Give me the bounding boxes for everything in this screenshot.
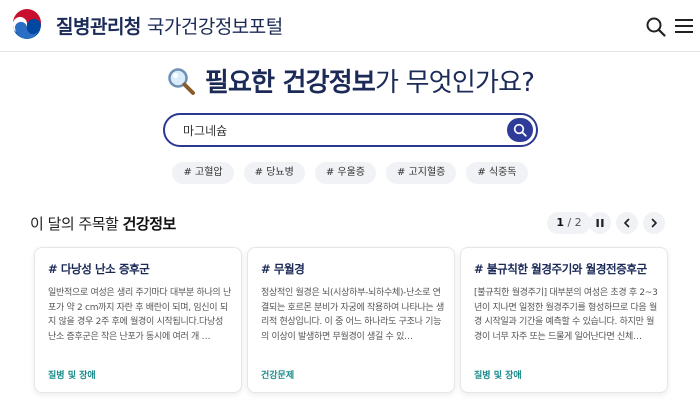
header-search-icon[interactable] [645,16,667,38]
pause-icon [596,219,604,227]
search-icon [513,123,527,137]
pause-button[interactable] [589,212,611,234]
hero-question-text: 필요한 건강정보가 무엇인가요? [204,62,535,99]
page-separator: / [563,216,575,229]
info-card[interactable]: # 불규칙한 월경주기와 월경전증후군 [불규칙한 월경주기] 대부분의 여성은… [460,247,668,393]
portal-name: 국가건강정보포털 [146,16,283,38]
tag-diabetes[interactable]: # 당뇨병 [243,162,305,184]
site-title[interactable]: 질병관리청 국가건강정보포털 [56,12,283,39]
card-category: 질병 및 장애 [48,371,96,381]
info-card[interactable]: # 무월경 정상적인 월경은 뇌(시상하부-뇌하수체)-난소로 연결되는 호르몬… [247,247,455,393]
tag-depression[interactable]: # 우울증 [314,162,376,184]
search-input[interactable] [183,120,483,140]
card-category: 건강문제 [261,371,295,381]
popular-tags: # 고혈압 # 당뇨병 # 우울증 # 고지혈증 # 식중독 [0,162,700,184]
dept-name: 질병관리청 [56,16,141,38]
hamburger-menu-icon[interactable] [674,17,694,35]
site-header: 질병관리청 국가건강정보포털 [0,0,700,52]
section-title-pre: 이 달의 주목할 [30,215,123,233]
next-button[interactable] [643,212,665,234]
chevron-left-icon [624,218,630,228]
card-body: 일반적으로 여성은 생리 주기마다 대부분 하나의 난포가 약 2 cm까지 자… [48,288,231,342]
hero-question-rest: 가 무엇인가요? [375,68,535,98]
search-box [163,113,538,147]
section-title: 이 달의 주목할 건강정보 [30,213,176,234]
card-body: [불규칙한 월경주기] 대부분의 여성은 초경 후 2~3년이 지나면 일정한 … [474,288,658,342]
search-button[interactable] [507,118,533,142]
hero-question-bold: 필요한 건강정보 [204,68,376,98]
card-title: # 다낭성 난소 증후군 [48,262,150,276]
card-body: 정상적인 월경은 뇌(시상하부-뇌하수체)-난소로 연결되는 호르몬 분비가 자… [261,288,444,342]
chevron-right-icon [651,218,657,228]
magnifier-emoji-icon [168,67,195,95]
card-title: # 무월경 [261,262,305,276]
card-category: 질병 및 장애 [474,371,522,381]
page-current: 1 [556,216,564,229]
government-logo-icon[interactable] [10,8,44,42]
card-title: # 불규칙한 월경주기와 월경전증후군 [474,262,647,276]
prev-button[interactable] [616,212,638,234]
tag-hypertension[interactable]: # 고혈압 [172,162,234,184]
hero-question: 필요한 건강정보가 무엇인가요? [0,62,700,102]
tag-food-poisoning[interactable]: # 식중독 [466,162,528,184]
info-card[interactable]: # 다낭성 난소 증후군 일반적으로 여성은 생리 주기마다 대부분 하나의 난… [34,247,242,393]
page-total: 2 [574,216,582,229]
page-indicator: 1 / 2 [547,212,591,234]
tag-hyperlipidemia[interactable]: # 고지혈증 [385,162,457,184]
section-title-bold: 건강정보 [122,215,177,233]
